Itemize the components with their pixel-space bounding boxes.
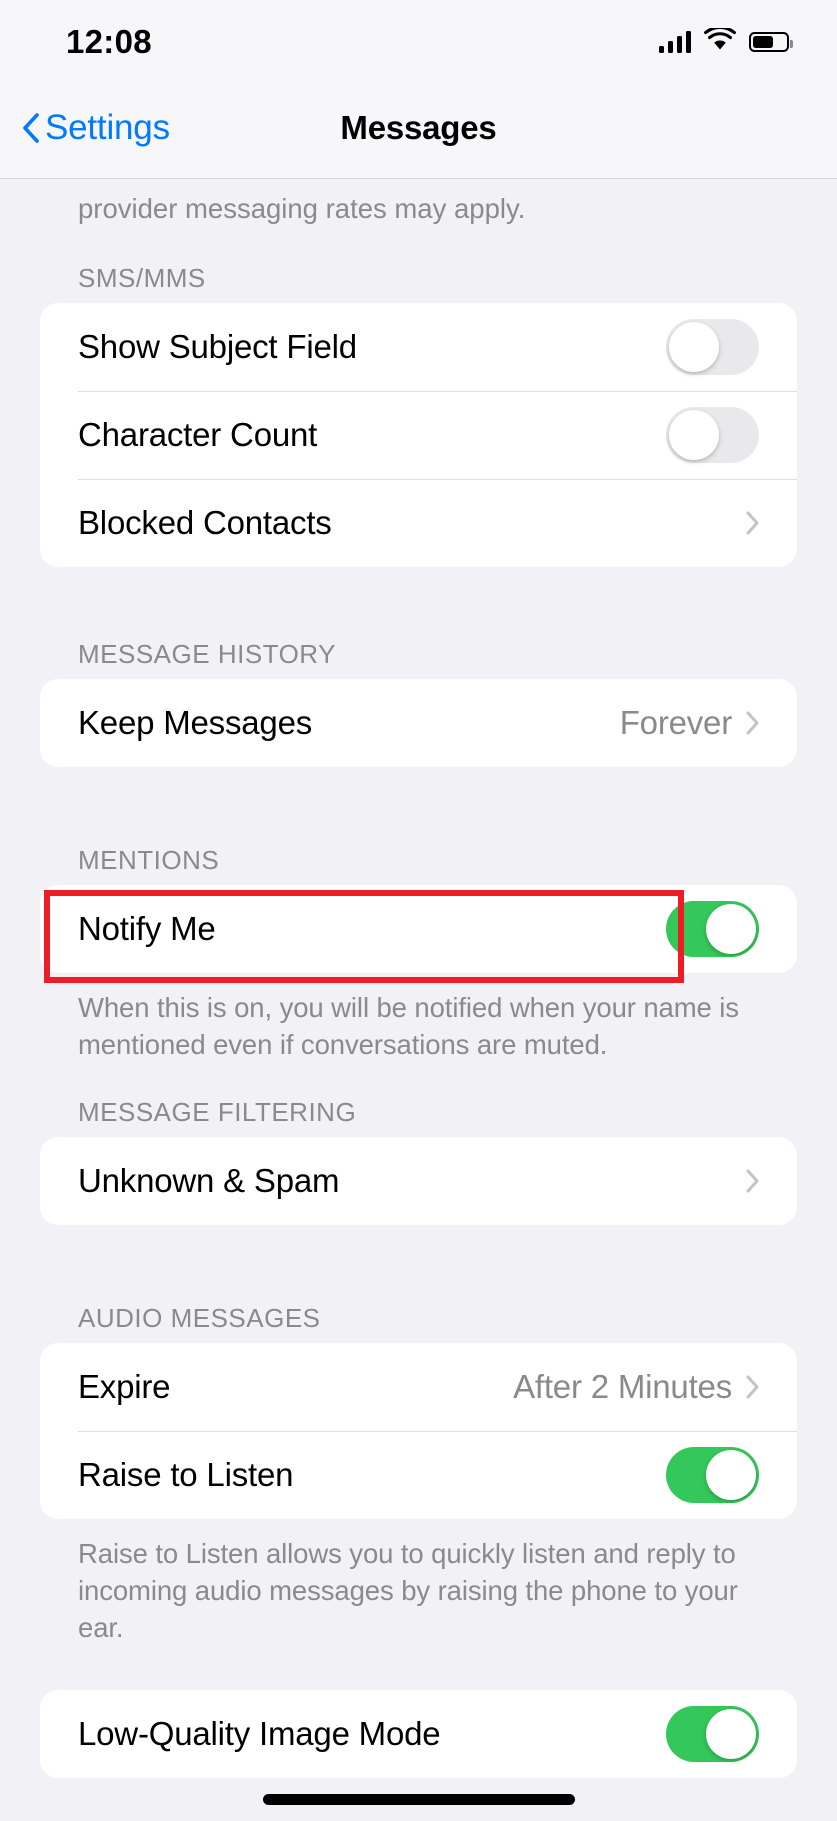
settings-list[interactable]: provider messaging rates may apply. SMS/… — [0, 179, 837, 1821]
wifi-icon — [704, 25, 736, 56]
toggle-show-subject-field[interactable] — [666, 319, 759, 376]
cellular-bars-icon — [658, 31, 691, 53]
row-notify-me[interactable]: Notify Me — [40, 885, 797, 973]
row-raise-to-listen[interactable]: Raise to Listen — [40, 1431, 797, 1519]
row-unknown-and-spam[interactable]: Unknown & Spam — [40, 1137, 797, 1225]
toggle-low-quality-image-mode[interactable] — [666, 1706, 759, 1763]
row-label: Show Subject Field — [78, 328, 357, 366]
navigation-bar: Settings Messages — [0, 78, 837, 179]
section-card-audio-messages: Expire After 2 Minutes Raise to Listen — [40, 1343, 797, 1520]
row-label: Raise to Listen — [78, 1456, 294, 1494]
row-label: Character Count — [78, 416, 318, 454]
section-header-sms-mms: SMS/MMS — [78, 263, 206, 294]
row-value-expire: After 2 Minutes — [513, 1368, 732, 1406]
row-accessory — [746, 1169, 759, 1193]
status-bar-indicators — [658, 22, 793, 56]
chevron-left-icon — [22, 113, 39, 143]
section-card-low-quality-image: Low-Quality Image Mode — [40, 1690, 797, 1779]
section-card-message-history: Keep Messages Forever — [40, 679, 797, 768]
back-button-label: Settings — [45, 108, 170, 147]
chevron-right-icon — [746, 1375, 759, 1399]
chevron-right-icon — [746, 511, 759, 535]
section-card-sms-mms: Show Subject Field Character Count Block… — [40, 303, 797, 568]
row-accessory: Forever — [620, 704, 759, 742]
row-character-count[interactable]: Character Count — [40, 391, 797, 479]
row-label: Expire — [78, 1368, 171, 1406]
row-accessory — [746, 511, 759, 535]
row-label: Keep Messages — [78, 704, 313, 742]
toggle-raise-to-listen[interactable] — [666, 1447, 759, 1504]
row-label: Blocked Contacts — [78, 504, 332, 542]
previous-section-footnote: provider messaging rates may apply. — [78, 193, 526, 224]
chevron-right-icon — [746, 1169, 759, 1193]
row-label: Low-Quality Image Mode — [78, 1715, 441, 1753]
row-accessory: After 2 Minutes — [513, 1368, 759, 1406]
toggle-notify-me[interactable] — [666, 901, 759, 958]
row-show-subject-field[interactable]: Show Subject Field — [40, 303, 797, 391]
status-bar: 12:08 — [0, 0, 837, 78]
home-indicator — [262, 1794, 575, 1805]
section-card-message-filtering: Unknown & Spam — [40, 1137, 797, 1226]
back-button[interactable]: Settings — [22, 108, 170, 148]
section-card-mentions: Notify Me — [40, 885, 797, 974]
row-keep-messages[interactable]: Keep Messages Forever — [40, 679, 797, 767]
row-blocked-contacts[interactable]: Blocked Contacts — [40, 479, 797, 567]
section-header-audio-messages: AUDIO MESSAGES — [78, 1303, 321, 1334]
row-label: Unknown & Spam — [78, 1162, 340, 1200]
battery-icon — [749, 32, 793, 52]
toggle-character-count[interactable] — [666, 407, 759, 464]
section-header-mentions: MENTIONS — [78, 845, 220, 876]
row-low-quality-image-mode[interactable]: Low-Quality Image Mode — [40, 1690, 797, 1778]
row-expire[interactable]: Expire After 2 Minutes — [40, 1343, 797, 1431]
chevron-right-icon — [746, 711, 759, 735]
footnote-mentions: When this is on, you will be notified wh… — [78, 992, 739, 1060]
iphone-screen: 12:08 Settings Messages provider messagi… — [0, 0, 837, 1821]
row-value-keep-messages: Forever — [619, 704, 732, 742]
row-label: Notify Me — [78, 910, 216, 948]
footnote-audio-messages: Raise to Listen allows you to quickly li… — [78, 1538, 738, 1643]
section-header-message-filtering: MESSAGE FILTERING — [78, 1097, 357, 1128]
status-bar-time: 12:08 — [66, 23, 152, 60]
section-header-message-history: MESSAGE HISTORY — [78, 639, 336, 670]
